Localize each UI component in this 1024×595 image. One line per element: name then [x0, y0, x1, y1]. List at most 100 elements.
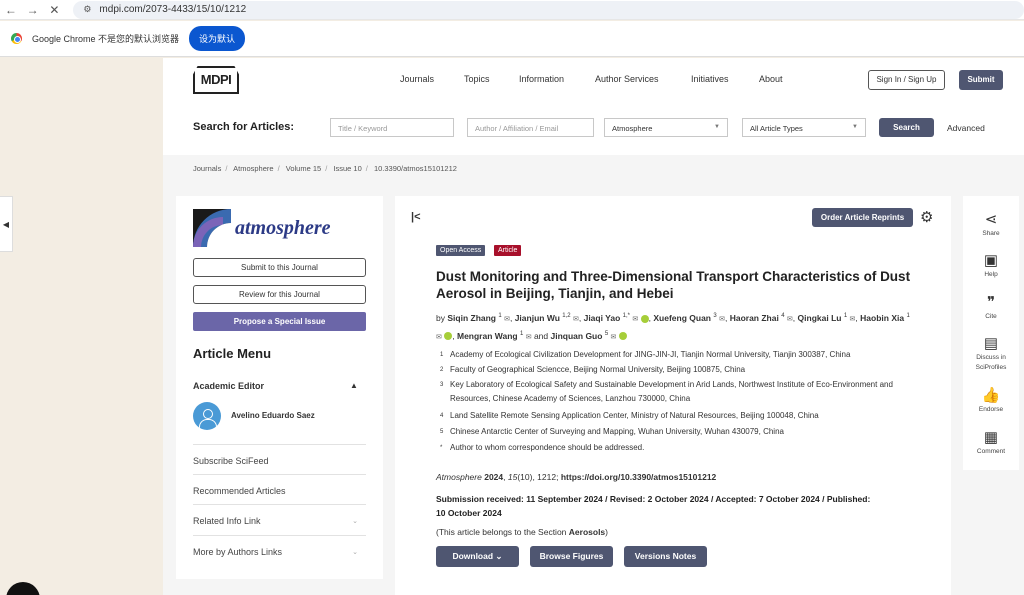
mail-icon[interactable]: ✉: [436, 334, 442, 341]
comment-tool[interactable]: ▦ Comment: [963, 429, 1019, 457]
affiliation-number: 5: [440, 429, 444, 435]
download-label: Download: [452, 551, 494, 561]
left-expand-tab[interactable]: ◀: [0, 196, 13, 252]
author-name[interactable]: Mengran Wang: [457, 331, 518, 341]
journal-select[interactable]: Atmosphere ▼: [604, 118, 728, 137]
back-icon[interactable]: ←: [0, 3, 22, 17]
chevron-down-icon: ⌄: [352, 549, 358, 556]
review-for-journal-button[interactable]: Review for this Journal: [193, 285, 366, 304]
mail-icon[interactable]: ✉: [526, 334, 532, 341]
mail-icon[interactable]: ✉: [850, 316, 856, 323]
affiliation-number: *: [440, 445, 443, 451]
set-default-button[interactable]: 设为默认: [189, 26, 246, 51]
breadcrumb-volume[interactable]: Volume 15: [286, 164, 321, 173]
nav-about[interactable]: About: [759, 74, 783, 84]
mail-icon[interactable]: ✉: [719, 316, 725, 323]
section-prefix: (This article belongs to the Section: [436, 527, 567, 537]
author-sup: 1: [906, 313, 910, 319]
mail-icon[interactable]: ✉: [632, 316, 638, 323]
nav-author-services[interactable]: Author Services: [595, 74, 659, 84]
review-for-journal-label: Review for this Journal: [239, 290, 320, 299]
article-type-select[interactable]: All Article Types ▼: [742, 118, 866, 137]
stop-icon[interactable]: ✕: [44, 3, 66, 17]
nav-journals[interactable]: Journals: [400, 74, 434, 84]
affiliation: 1 Academy of Ecological Civilization Deve…: [440, 348, 920, 362]
author-name[interactable]: Xuefeng Quan: [653, 313, 711, 323]
download-button[interactable]: Download ⌄: [436, 546, 519, 567]
article-type-value: All Article Types: [750, 124, 803, 133]
endorse-label: Endorse: [978, 406, 1004, 413]
citation-volume: 15: [507, 472, 518, 482]
author-name[interactable]: Siqin Zhang: [447, 313, 496, 323]
menu-item-subscribe-scifeed[interactable]: Subscribe SciFeed: [193, 444, 366, 474]
address-bar[interactable]: ⚙ mdpi.com/2073-4433/15/10/1212: [73, 0, 1024, 19]
chevron-up-icon[interactable]: ▲: [350, 381, 358, 390]
cite-tool[interactable]: ❞ Cite: [963, 294, 1019, 322]
orcid-icon[interactable]: [640, 314, 649, 323]
open-access-badge: Open Access: [436, 245, 486, 256]
academic-editor-label[interactable]: Academic Editor: [193, 381, 264, 391]
site-settings-icon[interactable]: ⚙: [83, 4, 91, 15]
breadcrumb-atmosphere[interactable]: Atmosphere: [233, 164, 273, 173]
editor-name[interactable]: Avelino Eduardo Saez: [231, 411, 315, 420]
editor-avatar[interactable]: [193, 402, 221, 430]
collapse-sidebar-icon[interactable]: |<: [411, 211, 421, 223]
author-sup: 4: [781, 313, 785, 319]
author-name[interactable]: Haoran Zhai: [730, 313, 779, 323]
author-name[interactable]: Jinquan Guo: [551, 331, 603, 341]
forward-icon[interactable]: →: [22, 3, 44, 17]
orcid-icon[interactable]: [618, 332, 627, 341]
author-sup: 1: [843, 313, 848, 319]
order-reprints-button[interactable]: Order Article Reprints: [812, 208, 913, 227]
affiliation-text: Author to whom correspondence should be …: [450, 443, 645, 452]
menu-item-recommended-articles[interactable]: Recommended Articles: [193, 474, 366, 504]
menu-item-more-by-authors[interactable]: More by Authors Links ⌄: [193, 535, 366, 565]
browse-figures-button[interactable]: Browse Figures: [530, 546, 613, 567]
mail-icon[interactable]: ✉: [787, 316, 793, 323]
author-sup: 3: [713, 313, 717, 319]
versions-notes-button[interactable]: Versions Notes: [624, 546, 707, 567]
author-name[interactable]: Haobin Xia: [860, 313, 904, 323]
help-label: Help: [984, 271, 998, 278]
default-browser-infobar: Google Chrome 不是您的默认浏览器 设为默认: [0, 21, 1024, 57]
breadcrumb-journals[interactable]: Journals: [193, 164, 221, 173]
atmosphere-logo-icon[interactable]: [193, 209, 231, 247]
mail-icon[interactable]: ✉: [504, 316, 510, 323]
select-caret-icon: ▼: [852, 124, 858, 130]
propose-special-issue-button[interactable]: Propose a Special Issue: [193, 312, 366, 331]
author-affiliation-input[interactable]: Author / Affiliation / Email: [467, 118, 594, 137]
share-tool[interactable]: ⋖ Share: [963, 211, 1019, 239]
nav-initiatives[interactable]: Initiatives: [691, 74, 729, 84]
author-name[interactable]: Qingkai Lu: [798, 313, 842, 323]
floating-action-button[interactable]: [6, 582, 40, 595]
menu-item-related-info-link[interactable]: Related Info Link ⌄: [193, 504, 366, 534]
endorse-tool[interactable]: 👍 Endorse: [963, 387, 1019, 415]
discuss-tool[interactable]: ▤ Discuss in SciProfiles: [963, 335, 1019, 373]
advanced-search-link[interactable]: Advanced: [947, 123, 985, 133]
journal-name[interactable]: atmosphere: [235, 217, 331, 240]
sign-in-button[interactable]: Sign In / Sign Up: [868, 70, 945, 90]
affiliation: 2 Faculty of Geographical Sciencce, Beiji…: [440, 363, 920, 377]
orcid-icon[interactable]: [444, 332, 453, 341]
mail-icon[interactable]: ✉: [573, 316, 579, 323]
title-keyword-input[interactable]: Title / Keyword: [330, 118, 454, 137]
help-tool[interactable]: ▣ Help: [963, 252, 1019, 280]
author-name[interactable]: Jianjun Wu: [515, 313, 560, 323]
author-sup: 1,*: [622, 313, 631, 319]
author-name[interactable]: Jiaqi Yao: [584, 313, 621, 323]
submit-to-journal-button[interactable]: Submit to this Journal: [193, 258, 366, 277]
nav-information[interactable]: Information: [519, 74, 564, 84]
affiliation-number: 2: [440, 367, 444, 373]
search-button[interactable]: Search: [879, 118, 934, 137]
breadcrumb-issue[interactable]: Issue 10: [333, 164, 361, 173]
discuss-label: Discuss in SciProfiles: [975, 354, 1007, 371]
mail-icon[interactable]: ✉: [611, 334, 617, 341]
mdpi-logo[interactable]: MDPI: [193, 66, 239, 94]
section-link[interactable]: Aerosols: [569, 527, 605, 537]
affiliation-text: Academy of Ecological Civilization Devel…: [450, 350, 851, 359]
by-label: by: [436, 312, 445, 323]
doi-link[interactable]: https://doi.org/10.3390/atmos15101212: [561, 472, 716, 482]
submit-button[interactable]: Submit: [959, 70, 1003, 90]
gear-icon[interactable]: ⚙: [920, 208, 933, 226]
nav-topics[interactable]: Topics: [464, 74, 490, 84]
